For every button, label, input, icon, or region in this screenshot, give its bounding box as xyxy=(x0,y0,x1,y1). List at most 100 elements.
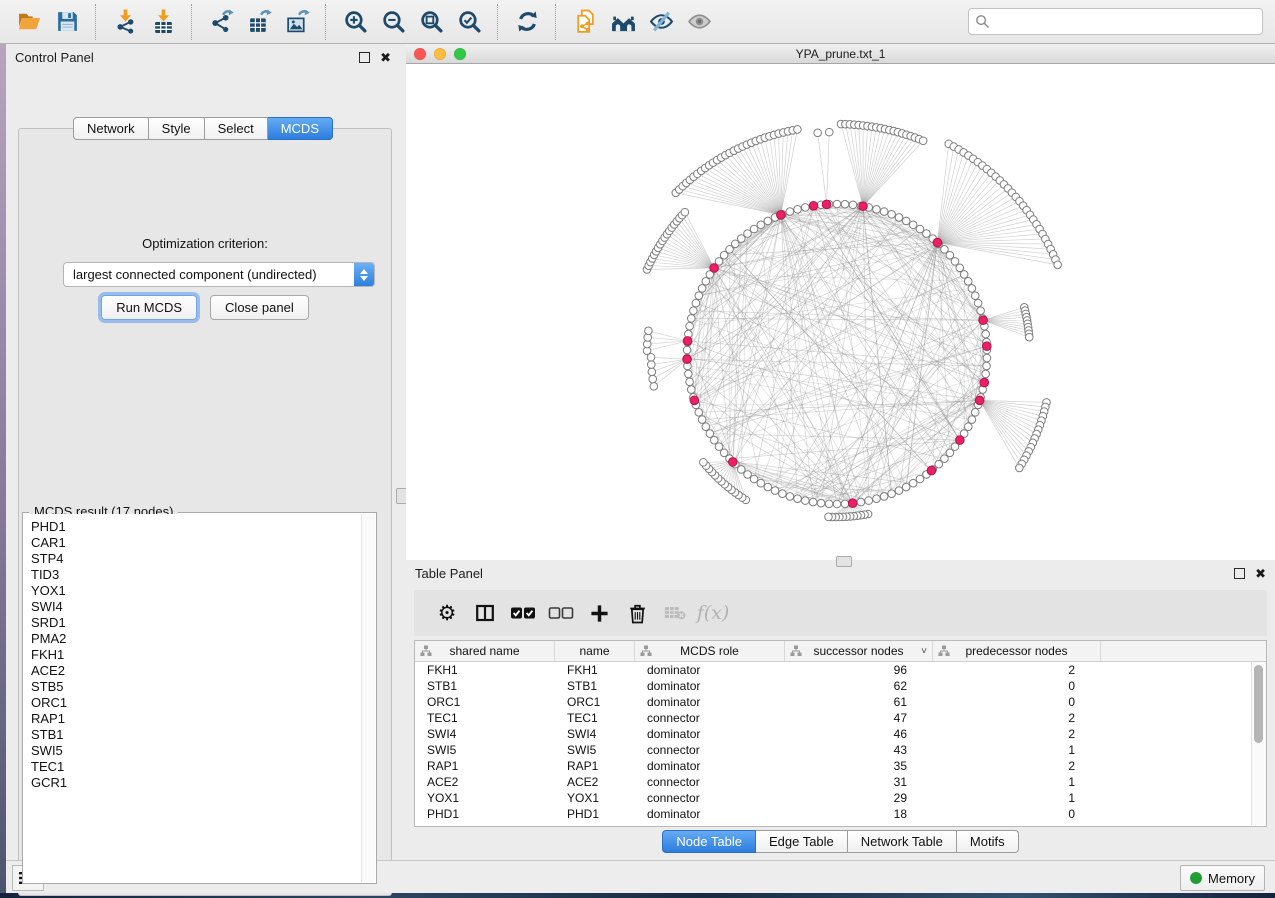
cell-name[interactable]: SWI4 xyxy=(555,727,635,741)
float-panel-icon[interactable] xyxy=(359,52,370,63)
cell-predecessor-nodes[interactable]: 1 xyxy=(933,775,1101,789)
show-all-button[interactable] xyxy=(683,6,715,38)
cell-predecessor-nodes[interactable]: 0 xyxy=(933,807,1101,821)
mcds-node[interactable] xyxy=(809,202,818,211)
mcds-node[interactable] xyxy=(683,337,692,346)
tab-network[interactable]: Network xyxy=(73,117,149,140)
cell-MCDS-role[interactable]: dominator xyxy=(635,759,785,773)
table-mode-button[interactable] xyxy=(466,596,504,630)
cell-shared-name[interactable]: SWI5 xyxy=(415,743,555,757)
cell-shared-name[interactable]: FKH1 xyxy=(415,663,555,677)
mcds-result-item[interactable]: SRD1 xyxy=(31,615,362,631)
mcds-node[interactable] xyxy=(980,378,989,387)
mcds-node[interactable] xyxy=(979,316,988,325)
mcds-node[interactable] xyxy=(777,211,786,220)
create-column-button[interactable] xyxy=(580,596,618,630)
mcds-list-scrollbar[interactable] xyxy=(361,514,375,882)
cell-MCDS-role[interactable]: dominator xyxy=(635,695,785,709)
table-row[interactable]: STB1STB1dominator620 xyxy=(415,678,1252,694)
mcds-result-item[interactable]: SWI4 xyxy=(31,599,362,615)
table-row[interactable]: SWI4SWI4dominator462 xyxy=(415,726,1252,742)
zoom-out-button[interactable] xyxy=(377,6,409,38)
table-row[interactable]: YOX1YOX1connector291 xyxy=(415,790,1252,806)
float-table-panel-icon[interactable] xyxy=(1234,568,1245,579)
table-row[interactable]: ACE2ACE2connector311 xyxy=(415,774,1252,790)
search-input[interactable] xyxy=(995,13,1256,30)
table-scrollbar[interactable] xyxy=(1251,662,1266,825)
export-table-button[interactable] xyxy=(243,6,275,38)
cell-shared-name[interactable]: PHD1 xyxy=(415,807,555,821)
cell-name[interactable]: ACE2 xyxy=(555,775,635,789)
mcds-node[interactable] xyxy=(822,200,831,209)
table-row[interactable]: RAP1RAP1dominator352 xyxy=(415,758,1252,774)
mcds-node[interactable] xyxy=(683,355,692,364)
save-session-button[interactable] xyxy=(51,6,83,38)
tab-edge-table[interactable]: Edge Table xyxy=(756,830,848,853)
cell-shared-name[interactable]: TEC1 xyxy=(415,711,555,725)
cell-shared-name[interactable]: YOX1 xyxy=(415,791,555,805)
mcds-node[interactable] xyxy=(859,202,868,211)
memory-button[interactable]: Memory xyxy=(1180,865,1265,891)
cell-successor-nodes[interactable]: 43 xyxy=(785,743,933,757)
close-panel-button[interactable]: Close panel xyxy=(210,295,309,320)
column-header-shared-name[interactable]: shared name xyxy=(415,641,555,661)
cell-name[interactable]: ORC1 xyxy=(555,695,635,709)
import-table-from-file-button[interactable] xyxy=(147,6,179,38)
close-panel-icon[interactable]: ✖ xyxy=(380,51,391,64)
cell-successor-nodes[interactable]: 62 xyxy=(785,679,933,693)
mcds-node[interactable] xyxy=(690,396,699,405)
cell-name[interactable]: TEC1 xyxy=(555,711,635,725)
mcds-result-item[interactable]: STB1 xyxy=(31,727,362,743)
hide-selected-button[interactable] xyxy=(645,6,677,38)
tab-motifs[interactable]: Motifs xyxy=(957,830,1019,853)
new-network-from-selection-button[interactable] xyxy=(569,6,601,38)
cell-MCDS-role[interactable]: connector xyxy=(635,775,785,789)
table-row[interactable]: FKH1FKH1dominator962 xyxy=(415,662,1252,678)
cell-shared-name[interactable]: STB1 xyxy=(415,679,555,693)
cell-name[interactable]: FKH1 xyxy=(555,663,635,677)
mcds-result-item[interactable]: CAR1 xyxy=(31,535,362,551)
cell-MCDS-role[interactable]: connector xyxy=(635,743,785,757)
run-mcds-button[interactable]: Run MCDS xyxy=(101,295,197,320)
zoom-selected-region-button[interactable] xyxy=(453,6,485,38)
cell-shared-name[interactable]: SWI4 xyxy=(415,727,555,741)
cell-successor-nodes[interactable]: 35 xyxy=(785,759,933,773)
table-scrollbar-thumb[interactable] xyxy=(1254,665,1263,743)
mcds-result-item[interactable]: STP4 xyxy=(31,551,362,567)
mcds-node[interactable] xyxy=(710,264,719,273)
column-header-successor-nodes[interactable]: successor nodes˅ xyxy=(785,641,933,661)
close-table-panel-icon[interactable]: ✖ xyxy=(1255,567,1266,580)
optimization-criterion-dropdown[interactable]: largest connected component (undirected) xyxy=(63,262,375,287)
cell-predecessor-nodes[interactable]: 0 xyxy=(933,679,1101,693)
mcds-result-item[interactable]: SWI5 xyxy=(31,743,362,759)
cell-predecessor-nodes[interactable]: 2 xyxy=(933,759,1101,773)
cell-predecessor-nodes[interactable]: 0 xyxy=(933,695,1101,709)
cell-MCDS-role[interactable]: connector xyxy=(635,791,785,805)
table-row[interactable]: TEC1TEC1connector472 xyxy=(415,710,1252,726)
select-all-rows-button[interactable] xyxy=(504,596,542,630)
cell-successor-nodes[interactable]: 46 xyxy=(785,727,933,741)
export-image-button[interactable] xyxy=(281,6,313,38)
import-network-from-file-button[interactable] xyxy=(109,6,141,38)
cell-successor-nodes[interactable]: 61 xyxy=(785,695,933,709)
mcds-node[interactable] xyxy=(982,342,991,351)
cell-MCDS-role[interactable]: dominator xyxy=(635,663,785,677)
tab-style[interactable]: Style xyxy=(149,117,205,140)
cell-predecessor-nodes[interactable]: 2 xyxy=(933,663,1101,677)
mcds-result-item[interactable]: RAP1 xyxy=(31,711,362,727)
table-settings-button[interactable]: ⚙ xyxy=(428,596,466,630)
export-network-button[interactable] xyxy=(205,6,237,38)
tab-node-table[interactable]: Node Table xyxy=(662,830,756,853)
network-canvas[interactable] xyxy=(406,64,1275,561)
mcds-node[interactable] xyxy=(975,396,984,405)
cell-successor-nodes[interactable]: 96 xyxy=(785,663,933,677)
column-header-name[interactable]: name xyxy=(555,641,635,661)
first-neighbors-button[interactable] xyxy=(607,6,639,38)
mcds-node[interactable] xyxy=(927,466,936,475)
mcds-result-item[interactable]: GCR1 xyxy=(31,775,362,791)
cell-name[interactable]: SWI5 xyxy=(555,743,635,757)
cell-name[interactable]: PHD1 xyxy=(555,807,635,821)
cell-shared-name[interactable]: ACE2 xyxy=(415,775,555,789)
tab-network-table[interactable]: Network Table xyxy=(848,830,957,853)
cell-MCDS-role[interactable]: dominator xyxy=(635,679,785,693)
